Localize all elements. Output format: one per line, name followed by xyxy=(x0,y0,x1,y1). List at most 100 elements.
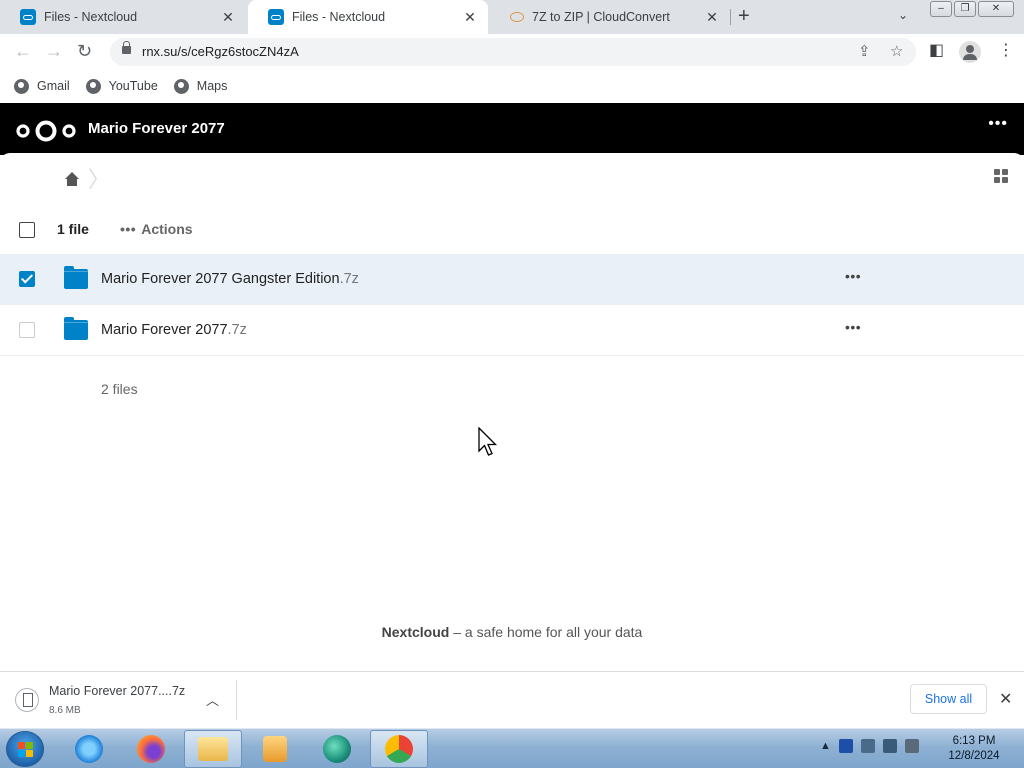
files-app-content: 〉 1 file ••• Actions Mario Forever 2077 G… xyxy=(0,153,1024,671)
reload-icon[interactable]: ↻ xyxy=(77,42,92,60)
clock-time: 6:13 PM xyxy=(952,735,996,747)
clock-date: 12/8/2024 xyxy=(948,750,1000,762)
file-name[interactable]: Mario Forever 2077 Gangster Edition.7z xyxy=(101,271,359,287)
system-clock[interactable]: 6:13 PM 12/8/2024 xyxy=(942,734,1006,764)
forward-arrow-icon[interactable]: → xyxy=(45,42,63,60)
media-player-icon xyxy=(263,736,287,762)
grid-view-icon[interactable] xyxy=(994,169,1008,183)
file-row[interactable]: Mario Forever 2077 Gangster Edition.7z •… xyxy=(0,254,1024,305)
file-extension: .7z xyxy=(339,271,359,287)
bookmark-maps[interactable]: Maps xyxy=(173,78,228,94)
profile-avatar-icon[interactable] xyxy=(959,41,981,63)
app-icon xyxy=(323,735,351,763)
malwarebytes-icon[interactable] xyxy=(838,739,853,753)
taskbar-app[interactable] xyxy=(308,730,366,768)
downloaded-file-icon[interactable] xyxy=(15,688,39,712)
window-controls: – ❐ ✕ xyxy=(930,1,1014,17)
globe-icon xyxy=(85,78,101,94)
tab-close-icon[interactable]: ✕ xyxy=(462,9,478,25)
select-all-checkbox[interactable] xyxy=(19,222,35,238)
tab-title: Files - Nextcloud xyxy=(44,10,138,24)
download-bar: Mario Forever 2077....7z 8.6 MB ︿ Show a… xyxy=(0,671,1024,728)
share-icon[interactable]: ⇪ xyxy=(858,43,871,61)
minimize-icon[interactable]: – xyxy=(930,1,952,17)
firefox-icon xyxy=(137,735,165,763)
tab-title: 7Z to ZIP | CloudConvert xyxy=(532,10,670,24)
back-arrow-icon[interactable]: ← xyxy=(14,42,32,60)
side-panel-icon[interactable]: ◧ xyxy=(929,42,944,60)
address-bar[interactable]: rnx.su/s/ceRgz6stocZN4zA ⇪ ☆ xyxy=(110,38,916,66)
tab-close-icon[interactable]: ✕ xyxy=(704,9,720,25)
taskbar-media-player[interactable] xyxy=(246,730,304,768)
cloudconvert-favicon-icon xyxy=(510,12,524,22)
tab-cloudconvert[interactable]: 7Z to ZIP | CloudConvert ✕ xyxy=(490,0,730,34)
show-all-button[interactable]: Show all xyxy=(910,684,987,714)
system-tray: ▲ xyxy=(820,739,919,753)
file-list-header: 1 file ••• Actions xyxy=(0,205,1024,253)
bookmark-gmail[interactable]: Gmail xyxy=(14,78,70,94)
nextcloud-favicon-icon xyxy=(20,9,36,25)
archive-folder-icon xyxy=(64,266,88,289)
page-footer: Nextcloud – a safe home for all your dat… xyxy=(0,624,1024,640)
windows-start-icon[interactable] xyxy=(6,731,44,767)
action-center-flag-icon[interactable] xyxy=(882,739,897,753)
url-text[interactable]: rnx.su/s/ceRgz6stocZN4zA xyxy=(142,44,299,59)
file-extension: .7z xyxy=(227,322,247,338)
breadcrumb: 〉 xyxy=(64,169,110,191)
row-checkbox[interactable] xyxy=(19,271,35,287)
tab-search-chevron-icon[interactable]: ⌄ xyxy=(898,8,908,22)
restore-icon[interactable]: ❐ xyxy=(954,1,976,17)
row-more-icon[interactable]: ••• xyxy=(845,319,861,335)
bookmark-youtube[interactable]: YouTube xyxy=(85,78,158,94)
bookmark-star-icon[interactable]: ☆ xyxy=(890,43,903,61)
file-basename: Mario Forever 2077 xyxy=(101,322,228,338)
new-tab-plus-icon[interactable]: + xyxy=(738,6,750,26)
tab-close-icon[interactable]: ✕ xyxy=(220,9,236,25)
window-close-icon[interactable]: ✕ xyxy=(978,1,1014,17)
tray-expand-icon[interactable]: ▲ xyxy=(820,740,831,752)
tab-files-nextcloud-2[interactable]: Files - Nextcloud ✕ xyxy=(248,0,488,34)
share-title: Mario Forever 2077 xyxy=(88,120,225,137)
actions-label: Actions xyxy=(141,221,193,237)
actions-button[interactable]: ••• Actions xyxy=(120,221,193,237)
header-more-icon[interactable]: ••• xyxy=(988,115,1008,133)
bookmark-label: YouTube xyxy=(108,79,158,93)
lock-icon[interactable] xyxy=(122,41,131,54)
row-more-icon[interactable]: ••• xyxy=(845,268,861,284)
archive-folder-icon xyxy=(64,317,88,340)
browser-toolbar: ← → ↻ rnx.su/s/ceRgz6stocZN4zA ⇪ ☆ ◧ ⋮ xyxy=(0,34,1024,70)
taskbar-explorer[interactable] xyxy=(184,730,242,768)
bookmark-label: Maps xyxy=(196,79,228,93)
browser-menu-icon[interactable]: ⋮ xyxy=(998,42,1014,60)
bookmark-label: Gmail xyxy=(37,79,70,93)
chrome-icon xyxy=(385,735,413,763)
file-name[interactable]: Mario Forever 2077.7z xyxy=(101,322,247,338)
nextcloud-logo-icon[interactable] xyxy=(15,119,77,143)
more-dots-icon: ••• xyxy=(120,221,137,237)
breadcrumb-separator-icon: 〉 xyxy=(88,167,111,192)
taskbar-chrome[interactable] xyxy=(370,730,428,768)
selection-count: 1 file xyxy=(57,221,89,237)
globe-icon xyxy=(173,78,189,94)
home-icon[interactable] xyxy=(64,172,80,188)
taskbar-internet-explorer[interactable] xyxy=(60,730,118,768)
internet-explorer-icon xyxy=(75,735,103,763)
volume-muted-icon[interactable] xyxy=(904,739,919,753)
file-basename: Mario Forever 2077 Gangster Edition xyxy=(101,271,340,287)
close-download-bar-icon[interactable]: ✕ xyxy=(999,689,1012,709)
footer-brand[interactable]: Nextcloud xyxy=(382,624,450,640)
chevron-up-icon[interactable]: ︿ xyxy=(206,690,219,709)
bookmarks-bar: Gmail YouTube Maps xyxy=(0,70,1024,102)
divider xyxy=(236,680,237,720)
tab-separator xyxy=(730,9,731,25)
row-checkbox[interactable] xyxy=(19,322,35,338)
download-file-name[interactable]: Mario Forever 2077....7z xyxy=(49,684,185,698)
taskbar-firefox[interactable] xyxy=(122,730,180,768)
windows-taskbar: ▲ 6:13 PM 12/8/2024 xyxy=(0,728,1024,768)
file-row[interactable]: Mario Forever 2077.7z ••• xyxy=(0,305,1024,356)
tab-files-nextcloud-1[interactable]: Files - Nextcloud ✕ xyxy=(0,0,246,34)
download-file-size: 8.6 MB xyxy=(49,705,81,716)
network-icon[interactable] xyxy=(860,739,875,753)
folder-explorer-icon xyxy=(198,737,228,761)
nextcloud-header: Mario Forever 2077 ••• xyxy=(0,103,1024,155)
